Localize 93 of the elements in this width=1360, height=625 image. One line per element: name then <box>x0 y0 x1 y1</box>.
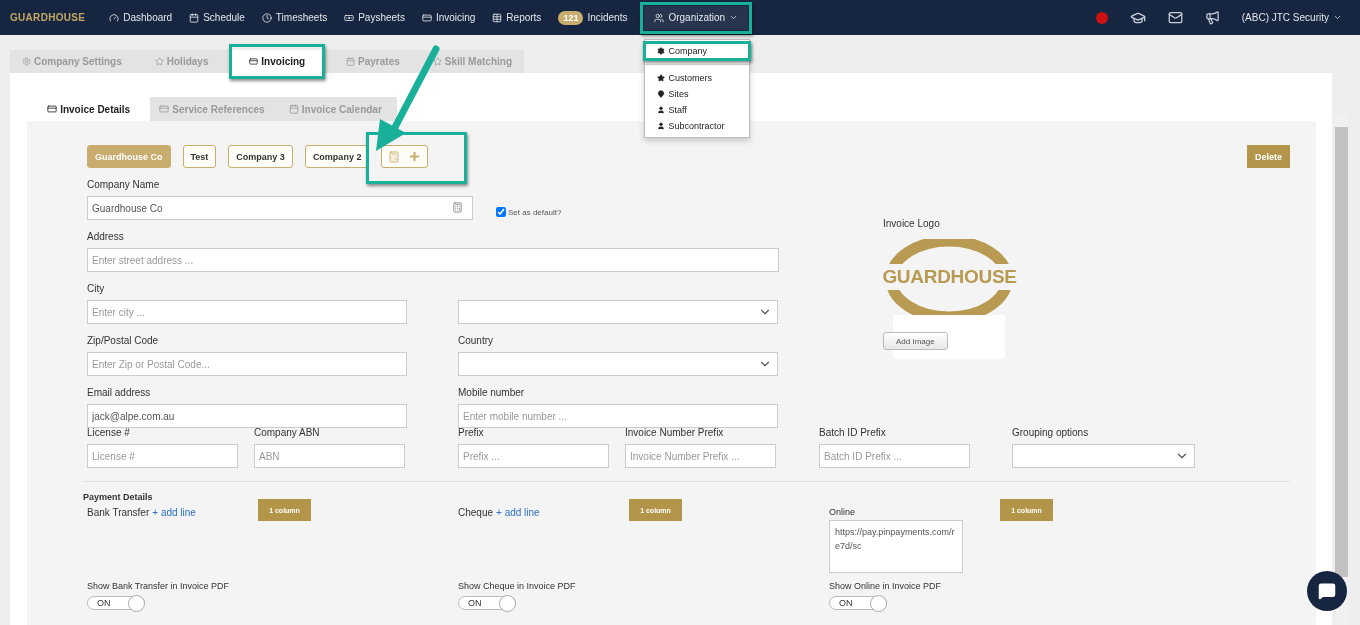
nav-link[interactable]: Invoicing <box>421 12 476 23</box>
tab-icon <box>288 104 299 114</box>
toggle-label: Show Online in Invoice PDF <box>829 581 942 591</box>
company-name-field[interactable]: Guardhouse Co <box>87 196 473 220</box>
menu-item[interactable]: Staff <box>645 101 750 118</box>
calculator-icon <box>452 202 463 213</box>
organization-menu-button[interactable]: Organization <box>644 5 749 30</box>
nav-icon <box>109 12 120 23</box>
online-url-field[interactable]: https://pay.pinpayments.com/re7d/sc <box>829 520 963 573</box>
toggle-switch[interactable]: ON <box>87 596 145 610</box>
field-label: Invoice Logo <box>883 218 941 229</box>
toggle-label: Show Bank Transfer in Invoice PDF <box>87 581 230 591</box>
company-button[interactable]: Company 3 <box>228 145 293 168</box>
menu-icon <box>657 121 666 130</box>
select-field[interactable] <box>458 352 778 376</box>
field-label: Company Name <box>87 179 161 190</box>
add-image-button[interactable]: Add Image <box>883 332 948 350</box>
field-label: Batch ID Prefix <box>819 427 887 438</box>
logo-text: GUARDHOUSE <box>882 264 1017 290</box>
tab-icon <box>432 57 442 66</box>
field-label: Country <box>458 335 494 346</box>
brand-logo: GUARDHOUSE <box>10 12 86 23</box>
nav-link[interactable]: Dashboard <box>109 12 173 23</box>
text-field[interactable]: ABN <box>254 444 405 468</box>
field-label: Mobile number <box>458 387 526 398</box>
nav-link[interactable]: Reports <box>492 12 542 23</box>
menu-icon <box>657 73 666 82</box>
toggle-label: Show Cheque in Invoice PDF <box>458 581 576 591</box>
payment-label: Online <box>829 507 856 517</box>
nav-icon <box>261 12 272 23</box>
menu-item[interactable]: Company <box>645 42 750 59</box>
nav-icon <box>189 12 200 23</box>
nav-icon <box>344 12 355 23</box>
menu-item[interactable]: Customers <box>645 69 750 86</box>
field-label: Grouping options <box>1012 427 1090 438</box>
text-field[interactable]: Batch ID Prefix ... <box>819 444 970 468</box>
field-label: Company ABN <box>254 427 321 438</box>
menu-icon <box>657 89 666 98</box>
toggle-switch[interactable]: ON <box>829 596 887 610</box>
field-label: Email address <box>87 387 152 398</box>
account-menu[interactable]: (ABC) JTC Security <box>1241 12 1342 23</box>
menu-item[interactable]: Subcontractor <box>645 117 750 134</box>
users-icon <box>654 12 665 23</box>
city-field[interactable]: Enter city ... <box>87 300 407 324</box>
field-label: Zip/Postal Code <box>87 335 160 346</box>
mail-icon[interactable] <box>1167 10 1183 25</box>
tab[interactable]: Invoice Details <box>27 97 151 121</box>
nav-link[interactable]: Paysheets <box>344 12 405 23</box>
field-label: Invoice Number Prefix <box>625 427 725 438</box>
menu-icon <box>657 46 666 55</box>
plus-icon <box>408 150 422 163</box>
field-label: Address <box>87 231 125 242</box>
menu-item[interactable]: Sites <box>645 85 750 102</box>
mobile-field[interactable]: Enter mobile number ... <box>458 404 778 428</box>
section-title: Payment Details <box>83 492 154 502</box>
nav-link[interactable]: 121 Incidents <box>558 10 628 25</box>
payment-label: Cheque <box>458 507 494 518</box>
zip-field[interactable]: Enter Zip or Postal Code... <box>87 352 407 376</box>
chat-icon <box>1318 582 1336 600</box>
select-field[interactable] <box>458 300 778 324</box>
tab-icon <box>159 104 170 114</box>
nav-link[interactable]: Schedule <box>189 12 245 23</box>
email-field[interactable]: jack@alpe.com.au <box>87 404 407 428</box>
menu-icon <box>657 105 666 114</box>
address-field[interactable]: Enter street address ... <box>87 248 779 272</box>
field-label: Prefix <box>458 427 485 438</box>
add-line-link[interactable]: + add line <box>152 507 196 518</box>
toggle-switch[interactable]: ON <box>458 596 516 610</box>
field-label: License # <box>87 427 131 438</box>
checkbox-label: Set as default? <box>508 207 562 217</box>
caret-icon <box>729 13 739 22</box>
calculator-icon <box>388 150 401 163</box>
select-field[interactable] <box>1012 444 1195 468</box>
field-label: City <box>87 283 106 294</box>
payment-label: Bank Transfer <box>87 507 150 518</box>
count-badge: 121 <box>558 10 584 25</box>
text-field[interactable]: License # <box>87 444 238 468</box>
record-dot-icon <box>1095 11 1108 24</box>
text-field[interactable]: Invoice Number Prefix ... <box>625 444 776 468</box>
nav-icon <box>421 12 432 23</box>
tab-icon <box>154 57 164 66</box>
nav-link[interactable]: Timesheets <box>261 12 328 23</box>
tab-icon <box>249 57 259 66</box>
tab-icon <box>47 104 58 114</box>
company-button[interactable]: Test <box>182 145 217 168</box>
tab-icon <box>22 57 31 66</box>
add-line-link[interactable]: + add line <box>496 507 540 518</box>
text-field[interactable]: Prefix ... <box>458 444 609 468</box>
tab-icon <box>346 57 356 66</box>
checkbox[interactable] <box>496 207 506 217</box>
caret-icon <box>1333 13 1342 22</box>
megaphone-icon[interactable] <box>1204 10 1220 25</box>
nav-icon <box>492 12 503 23</box>
